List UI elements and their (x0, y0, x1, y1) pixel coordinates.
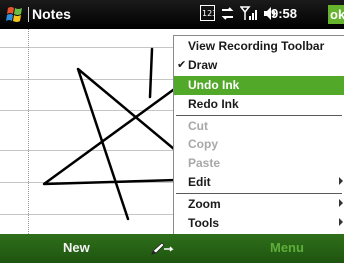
title-bar: Notes 123 9:58 ok (0, 0, 344, 29)
menu-item-redo-ink[interactable]: Redo Ink (174, 95, 344, 114)
context-menu: View Recording Toolbar ✔ Draw Undo Ink R… (173, 35, 344, 234)
connectivity-icon[interactable] (220, 6, 235, 26)
menu-separator (176, 115, 342, 116)
svg-text:123: 123 (202, 9, 215, 18)
keypad-icon[interactable]: 123 (200, 5, 217, 26)
menu-item-draw[interactable]: ✔ Draw (174, 56, 344, 75)
app-title: Notes (32, 6, 71, 22)
title-separator (28, 7, 29, 22)
clock[interactable]: 9:58 (271, 6, 297, 21)
input-panel-icon[interactable] (150, 239, 176, 262)
status-icons: 123 (200, 5, 279, 26)
submenu-arrow-icon (339, 177, 343, 185)
menu-item-copy[interactable]: Copy (174, 135, 344, 154)
signal-icon[interactable] (239, 5, 258, 26)
menu-item-zoom[interactable]: Zoom (174, 195, 344, 214)
windows-start-icon[interactable] (6, 5, 25, 29)
check-icon: ✔ (177, 59, 187, 71)
softkey-menu[interactable]: Menu (270, 240, 304, 255)
menu-separator (176, 193, 342, 194)
submenu-arrow-icon (339, 218, 343, 226)
menu-item-undo-ink[interactable]: Undo Ink (174, 76, 344, 95)
menu-item-view-recording-toolbar[interactable]: View Recording Toolbar (174, 37, 344, 56)
submenu-arrow-icon (339, 199, 343, 207)
menu-item-cut[interactable]: Cut (174, 117, 344, 136)
menu-item-tools[interactable]: Tools (174, 214, 344, 233)
softkey-new[interactable]: New (63, 240, 90, 255)
menu-item-paste[interactable]: Paste (174, 154, 344, 173)
ok-button[interactable]: ok (328, 5, 344, 24)
softkey-bar: New Menu (0, 234, 344, 263)
menu-item-edit[interactable]: Edit (174, 173, 344, 192)
